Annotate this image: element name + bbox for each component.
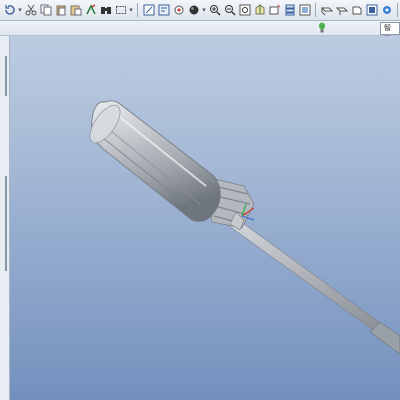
zoom-in-icon[interactable] bbox=[209, 4, 221, 16]
coordinate-system-icon[interactable] bbox=[366, 4, 378, 16]
appearance-icon[interactable] bbox=[299, 4, 311, 16]
datum-point-icon[interactable] bbox=[351, 4, 363, 16]
smart-filter-dropdown[interactable]: 智能 bbox=[380, 22, 400, 43]
datum-plane-icon[interactable] bbox=[320, 4, 333, 16]
scissors-icon[interactable] bbox=[25, 4, 37, 16]
named-view-icon[interactable] bbox=[158, 4, 170, 16]
screwdriver-model bbox=[89, 100, 400, 355]
saved-views-icon[interactable] bbox=[269, 4, 281, 16]
zoom-window-icon[interactable] bbox=[239, 4, 251, 16]
shading-sphere-icon[interactable] bbox=[188, 4, 200, 16]
left-panel-edge[interactable] bbox=[0, 36, 10, 400]
toolbar-separator bbox=[315, 3, 316, 17]
copy-icon[interactable] bbox=[40, 4, 52, 16]
select-dropdown-caret[interactable]: ▾ bbox=[128, 6, 134, 14]
view-manager-icon[interactable] bbox=[173, 4, 185, 16]
light-bulb-icon[interactable] bbox=[318, 22, 326, 34]
zoom-out-icon[interactable] bbox=[224, 4, 236, 16]
layers-icon[interactable] bbox=[284, 4, 296, 16]
toolbar-separator bbox=[397, 3, 398, 17]
select-box-icon[interactable] bbox=[115, 4, 127, 16]
secondary-toolbar: 智能 bbox=[0, 21, 400, 43]
panel-splitter[interactable] bbox=[5, 56, 7, 96]
reorient-icon[interactable] bbox=[254, 4, 266, 16]
spin-center-icon[interactable] bbox=[381, 4, 393, 16]
find-icon[interactable] bbox=[100, 4, 112, 16]
datum-axis-icon[interactable] bbox=[335, 4, 348, 16]
toolbar-separator bbox=[137, 3, 138, 17]
paste-icon[interactable] bbox=[55, 4, 67, 16]
panel-splitter[interactable] bbox=[5, 226, 7, 271]
shaft bbox=[228, 217, 399, 349]
shading-dropdown-caret[interactable]: ▾ bbox=[201, 6, 207, 14]
panel-splitter[interactable] bbox=[5, 176, 7, 226]
rotate-view-icon[interactable] bbox=[4, 4, 16, 16]
refit-icon[interactable] bbox=[143, 4, 155, 16]
main-toolbar: ▾ ▾ ▾ bbox=[0, 0, 400, 21]
paste-special-icon[interactable] bbox=[70, 4, 82, 16]
regenerate-icon[interactable] bbox=[85, 4, 97, 16]
graphics-viewport[interactable] bbox=[10, 36, 400, 400]
rotate-dropdown-caret[interactable]: ▾ bbox=[17, 6, 23, 14]
